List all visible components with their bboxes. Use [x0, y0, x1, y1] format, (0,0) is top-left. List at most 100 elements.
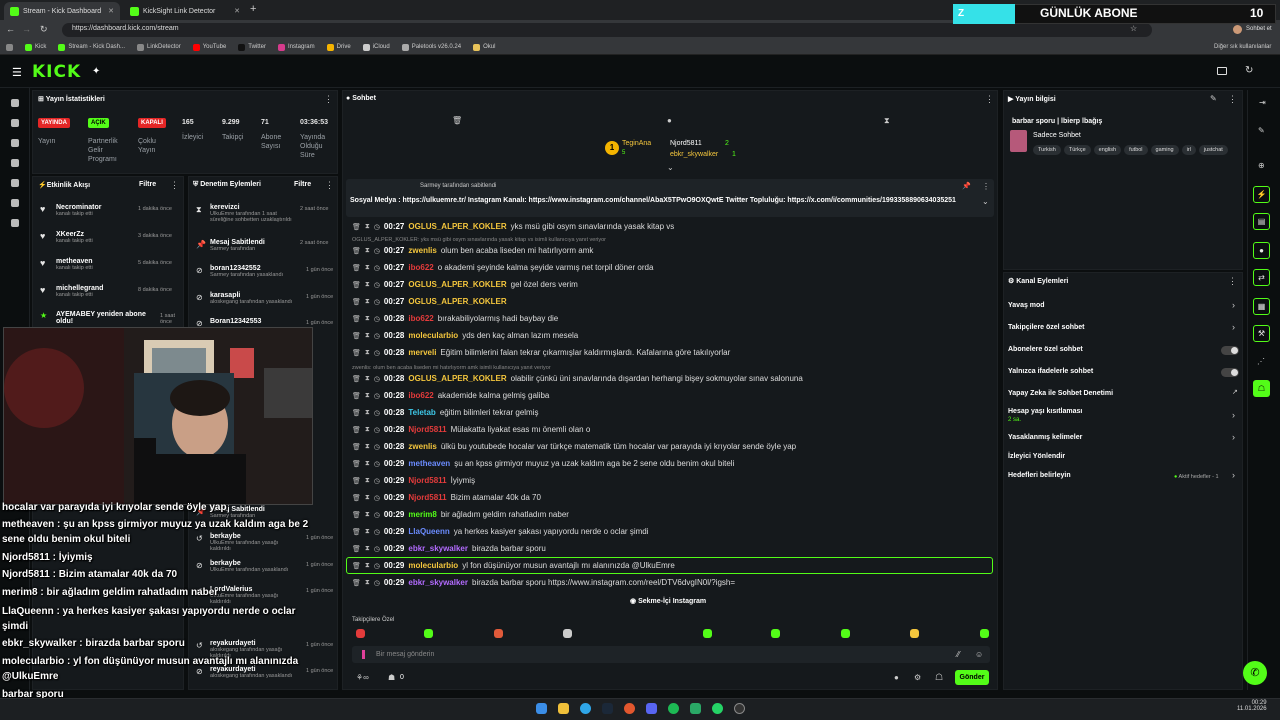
menu-icon[interactable]: ☰ — [12, 66, 22, 79]
trash-icon[interactable]: 🗑 — [352, 460, 361, 468]
hourglass-icon[interactable]: ⧗ — [365, 409, 370, 417]
hourglass-icon[interactable]: ⧗ — [365, 528, 370, 536]
emote-icon[interactable] — [841, 629, 850, 638]
trash-icon[interactable]: 🗑 — [352, 545, 361, 553]
trash-icon[interactable]: 🗑 — [352, 494, 361, 502]
forward-icon[interactable]: → — [22, 24, 31, 34]
hourglass-icon[interactable]: ⧗ — [365, 460, 370, 468]
help-chat-button[interactable]: ✆ — [1243, 661, 1267, 685]
layout-icon[interactable] — [1217, 67, 1227, 75]
pin-icon[interactable]: ✦ — [92, 66, 100, 77]
hourglass-icon[interactable]: ⧗ — [365, 281, 370, 289]
message-user[interactable]: ibo622 — [408, 314, 433, 323]
hourglass-icon[interactable]: ⧗ — [365, 264, 370, 272]
bookmark-kick[interactable]: Kick — [25, 43, 46, 51]
message-user[interactable]: Teletab — [408, 408, 435, 417]
more-icon[interactable]: ⋮ — [325, 180, 334, 191]
close-icon[interactable]: ✕ — [234, 7, 240, 15]
app-icon[interactable] — [690, 703, 701, 714]
chat-button[interactable]: Sohbet et — [1246, 26, 1272, 32]
clock[interactable]: 00:29 11.01.2026 — [1237, 700, 1267, 712]
emote-icon[interactable] — [424, 629, 433, 638]
message-user[interactable]: metheaven — [408, 459, 450, 468]
whatsapp-icon[interactable] — [712, 703, 723, 714]
message-user[interactable]: OGLUS_ALPER_KOKLER — [408, 222, 506, 231]
more-icon[interactable]: ⋮ — [985, 94, 994, 105]
hourglass-icon[interactable]: ⧗ — [365, 443, 370, 451]
goals-item[interactable]: Hedefleri belirleyin — [1008, 472, 1071, 479]
wrench-icon[interactable]: ⚒ — [1253, 325, 1270, 342]
chevron-down-icon[interactable]: ⌄ — [982, 197, 989, 206]
message-user[interactable]: Njord5811 — [408, 476, 446, 485]
message-user[interactable]: Njord5811 — [408, 493, 446, 502]
users-icon[interactable] — [11, 159, 19, 167]
message-user[interactable]: ibo622 — [408, 263, 433, 272]
trash-icon[interactable]: 🗑 — [352, 443, 361, 451]
trash-icon[interactable]: 🗑 — [352, 409, 361, 417]
people-icon[interactable] — [11, 199, 19, 207]
slash-command-icon[interactable]: ⁄⁄ — [957, 650, 960, 659]
clipboard-icon[interactable]: ▤ — [1253, 213, 1270, 230]
obs-icon[interactable] — [734, 703, 745, 714]
bookmark-drive[interactable]: Drive — [326, 43, 351, 51]
trash-icon[interactable]: 🗑 — [352, 375, 361, 383]
bookmark-youtube[interactable]: YouTube — [192, 43, 226, 51]
message-user[interactable]: merim8 — [408, 510, 436, 519]
message-user[interactable]: merveli — [408, 348, 436, 357]
other-bookmarks[interactable]: Diğer sık kullanılanlar — [1214, 44, 1271, 50]
external-link-icon[interactable]: ↗ — [1232, 388, 1238, 396]
trash-icon[interactable]: 🗑 — [352, 579, 361, 587]
more-icon[interactable]: ⋮ — [1228, 276, 1237, 287]
hourglass-icon[interactable]: ⧗ — [884, 116, 890, 126]
folder-icon[interactable] — [558, 703, 569, 714]
subscribers-only-toggle[interactable] — [1221, 346, 1239, 355]
new-tab-icon[interactable]: + — [250, 3, 256, 15]
more-icon[interactable]: ⋮ — [982, 182, 990, 191]
moderation-filter-button[interactable]: Filtre — [294, 181, 311, 188]
emote-icon[interactable] — [563, 629, 572, 638]
dashboard-icon[interactable] — [11, 119, 19, 127]
message-user[interactable]: OGLUS_ALPER_KOKLER — [408, 374, 506, 383]
close-icon[interactable]: ✕ — [108, 7, 114, 15]
message-user[interactable]: molecularbio — [408, 331, 458, 340]
gear-icon[interactable]: ⚙ — [914, 673, 921, 682]
hourglass-icon[interactable]: ⧗ — [365, 392, 370, 400]
collapse-icon[interactable]: ⇥ — [1259, 98, 1266, 107]
bot-icon[interactable]: ☖ — [935, 672, 943, 683]
message-user[interactable]: ebkr_skywalker — [408, 544, 468, 553]
emote-icon[interactable] — [703, 629, 712, 638]
hourglass-icon[interactable]: ⧗ — [365, 511, 370, 519]
chevron-right-icon[interactable]: › — [1232, 322, 1235, 332]
hourglass-icon[interactable]: ⧗ — [365, 315, 370, 323]
more-icon[interactable]: ⋮ — [1228, 94, 1237, 105]
tab-kicksight[interactable]: KickSight Link Detector ✕ — [124, 2, 246, 20]
bot-icon[interactable]: ☖ — [1253, 380, 1270, 397]
message-user[interactable]: zwenlis — [408, 246, 436, 255]
collapse-icon[interactable]: ⌄ — [667, 163, 674, 172]
hourglass-icon[interactable]: ⧗ — [365, 579, 370, 587]
bookmark-instagram[interactable]: Instagram — [277, 43, 315, 51]
more-icon[interactable]: ⋮ — [170, 180, 179, 191]
emote-icon[interactable] — [356, 629, 365, 638]
bookmark-twitter[interactable]: Twitter — [238, 43, 266, 51]
trash-icon[interactable]: 🗑 — [352, 426, 361, 434]
bookmark-stream[interactable]: Stream - Kick Dash... — [58, 43, 125, 51]
trash-icon[interactable]: 🗑 — [352, 281, 361, 289]
trash-icon[interactable]: 🗑 — [352, 528, 361, 536]
emote-icon[interactable] — [980, 629, 989, 638]
bookmark-linkdetector[interactable]: LinkDetector — [137, 43, 181, 51]
bookmark-icloud[interactable]: iCloud — [362, 43, 390, 51]
bolt-icon[interactable]: ⚡ — [1253, 186, 1270, 203]
chevron-right-icon[interactable]: › — [1232, 410, 1235, 420]
hourglass-icon[interactable]: ⧗ — [365, 332, 370, 340]
emote-icon[interactable] — [771, 629, 780, 638]
message-user[interactable]: ebkr_skywalker — [408, 578, 468, 587]
trash-icon[interactable]: 🗑 — [352, 392, 361, 400]
broadcast-icon[interactable] — [11, 179, 19, 187]
hourglass-icon[interactable]: ⧗ — [365, 298, 370, 306]
apps-icon[interactable] — [6, 43, 13, 51]
chat-bubble-icon[interactable]: ● — [1253, 242, 1270, 259]
category-name[interactable]: Sadece Sohbet — [1033, 132, 1081, 139]
back-icon[interactable]: ← — [6, 24, 15, 34]
activity-filter-button[interactable]: Filtre — [139, 181, 156, 188]
